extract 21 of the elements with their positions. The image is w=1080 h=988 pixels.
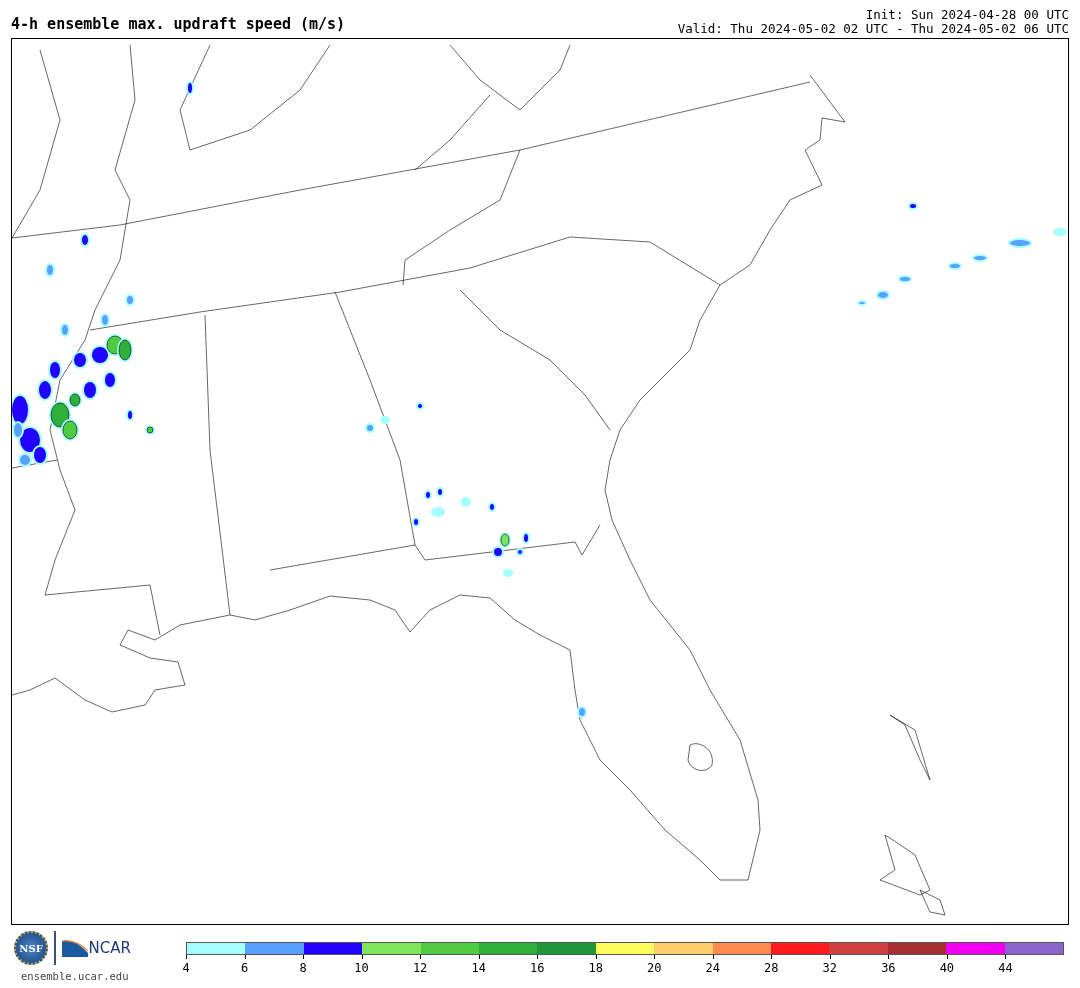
colorbar-tick-label: 4	[182, 961, 190, 975]
colorbar-tick-label: 10	[354, 961, 369, 975]
colorbar-tick-label: 32	[822, 961, 838, 975]
colorbar-tick-label: 24	[705, 961, 720, 975]
colorbar-tick-label: 20	[647, 961, 662, 975]
colorbar-tick-label: 40	[939, 961, 955, 975]
init-time: Init: Sun 2024-04-28 00 UTC	[864, 8, 1069, 22]
colorbar-tick-label: 16	[529, 961, 545, 975]
colorbar-tick-label: 44	[998, 961, 1013, 975]
colorbar-tick-label: 6	[240, 961, 249, 975]
website-url: ensemble.ucar.edu	[21, 970, 130, 982]
colorbar-tick-label: 28	[764, 961, 779, 975]
colorbar-tick-label: 18	[588, 961, 603, 975]
plot-title: 4-h ensemble max. updraft speed (m/s)	[11, 15, 346, 33]
colorbar-tick-label: 12	[412, 961, 428, 975]
colorbar-tick-label: 14	[471, 961, 486, 975]
colorbar-tick-label: 8	[299, 961, 307, 975]
colorbar-tick-label: 36	[881, 961, 896, 975]
ncar-logo: NCAR	[61, 939, 131, 957]
valid-time: Valid: Thu 2024-05-02 02 UTC - Thu 2024-05-02 06 UTC	[677, 22, 1069, 36]
nsf-logo: NSF	[14, 931, 48, 965]
